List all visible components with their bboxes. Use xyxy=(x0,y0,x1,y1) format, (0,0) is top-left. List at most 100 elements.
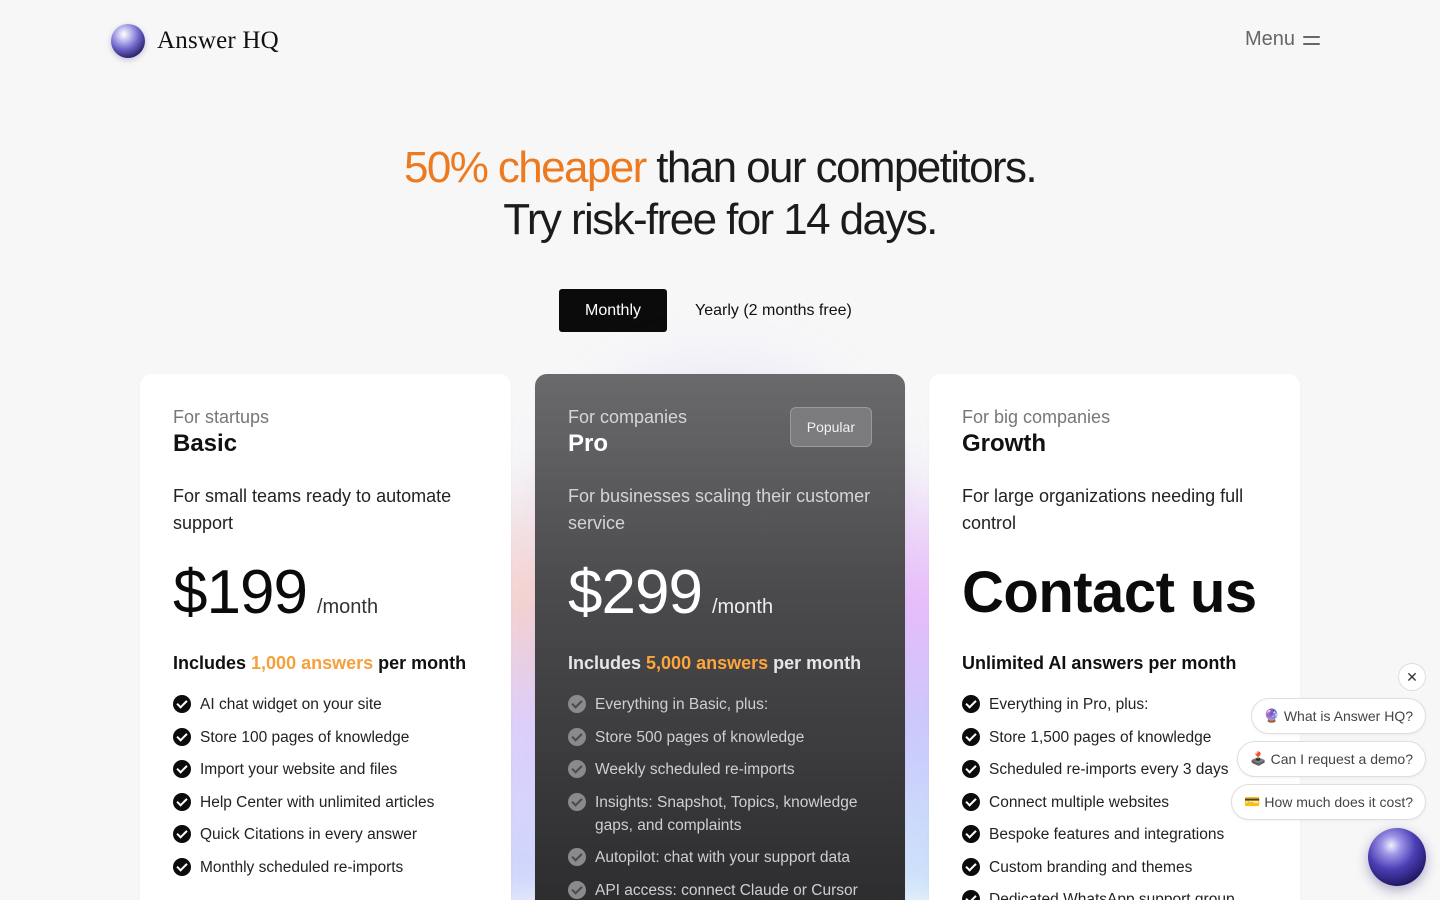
feature-list: Everything in Basic, plus: Store 500 pag… xyxy=(568,693,872,900)
chat-suggestion-text: Can I request a demo? xyxy=(1270,751,1413,767)
menu-icon xyxy=(1303,36,1321,45)
feature-item: Scheduled re-imports every 3 days xyxy=(962,758,1267,781)
feature-item: Store 100 pages of knowledge xyxy=(173,726,478,749)
feature-text: Everything in Basic, plus: xyxy=(595,696,769,713)
feature-item: Quick Citations in every answer xyxy=(173,823,478,846)
check-icon xyxy=(568,727,586,746)
feature-list: AI chat widget on your site Store 100 pa… xyxy=(173,693,478,879)
plan-period: /month xyxy=(711,596,774,618)
plan-audience: For big companies xyxy=(962,407,1111,427)
plan-period: /month xyxy=(316,596,379,618)
price-row: $299 /month xyxy=(568,561,872,625)
feature-item: Everything in Pro, plus: xyxy=(962,693,1267,716)
toggle-monthly-button[interactable]: Monthly xyxy=(559,289,667,332)
includes-prefix: Includes xyxy=(173,653,252,673)
logo[interactable]: Answer HQ xyxy=(111,24,279,58)
check-icon xyxy=(962,695,980,713)
feature-text: Custom branding and themes xyxy=(989,858,1193,876)
check-icon xyxy=(568,792,586,811)
feature-text: Import your website and files xyxy=(200,761,398,778)
feature-list: Everything in Pro, plus: Store 1,500 pag… xyxy=(962,693,1267,900)
credit-card-icon: 💳 xyxy=(1244,794,1261,809)
plan-name: Growth xyxy=(962,430,1046,457)
feature-item: Monthly scheduled re-imports xyxy=(173,856,478,879)
feature-item: Custom branding and themes xyxy=(962,856,1267,879)
check-icon xyxy=(568,880,586,899)
feature-text: Insights: Snapshot, Topics, knowledge ga… xyxy=(595,793,858,834)
includes-suffix: per month xyxy=(768,653,862,673)
feature-item: Store 500 pages of knowledge xyxy=(568,726,872,749)
plan-description: For small teams ready to automate suppor… xyxy=(173,486,452,533)
feature-item: Bespoke features and integrations xyxy=(962,823,1267,846)
check-icon xyxy=(568,848,586,866)
includes-highlight: 1,000 answers xyxy=(251,653,374,673)
toggle-yearly-button[interactable]: Yearly (2 months free) xyxy=(675,289,872,332)
logo-orb-icon xyxy=(111,24,145,58)
feature-text: API access: connect Claude or Cursor xyxy=(595,881,858,899)
plan-description: For businesses scaling their customer se… xyxy=(568,486,871,533)
feature-text: Quick Citations in every answer xyxy=(200,826,418,843)
feature-item: Everything in Basic, plus: xyxy=(568,693,872,716)
check-icon xyxy=(962,760,980,778)
contact-us-link[interactable]: Contact us xyxy=(962,561,1257,625)
feature-item: Store 1,500 pages of knowledge xyxy=(962,726,1267,749)
feature-item: Connect multiple websites xyxy=(962,791,1267,814)
feature-item: Weekly scheduled re-imports xyxy=(568,758,872,781)
check-icon xyxy=(173,825,191,843)
plan-includes: Includes 1,000 answers per month xyxy=(173,653,478,673)
logo-text: Answer HQ xyxy=(157,27,279,54)
menu-button[interactable]: Menu xyxy=(1245,28,1321,51)
chat-suggestion-what-is[interactable]: 🔮 What is Answer HQ? xyxy=(1250,698,1426,734)
check-icon xyxy=(173,727,191,746)
feature-text: Store 500 pages of knowledge xyxy=(595,728,805,746)
plan-card-basic: For startups Basic For small teams ready… xyxy=(140,374,511,900)
feature-text: Dedicated WhatsApp support group xyxy=(989,891,1235,900)
popular-badge: Popular xyxy=(789,407,872,447)
plan-card-growth: For big companies Growth For large organ… xyxy=(929,374,1300,900)
feature-text: Weekly scheduled re-imports xyxy=(595,761,795,778)
feature-item: Import your website and files xyxy=(173,758,478,781)
chat-orb-icon[interactable] xyxy=(1368,828,1426,886)
plan-includes: Includes 5,000 answers per month xyxy=(568,653,872,673)
check-icon xyxy=(173,760,191,778)
plan-price: $199 xyxy=(173,558,308,627)
check-icon xyxy=(173,792,191,811)
chat-suggestion-text: What is Answer HQ? xyxy=(1283,708,1413,724)
chat-suggestion-cost[interactable]: 💳 How much does it cost? xyxy=(1231,784,1426,820)
headline-accent: 50% cheaper xyxy=(403,143,647,192)
feature-text: Everything in Pro, plus: xyxy=(989,696,1149,713)
plan-description: For large organizations needing full con… xyxy=(962,486,1244,533)
feature-item: API access: connect Claude or Cursor xyxy=(568,879,872,900)
includes-suffix: per month xyxy=(373,653,467,673)
feature-text: Autopilot: chat with your support data xyxy=(595,849,851,866)
feature-item: Dedicated WhatsApp support group xyxy=(962,888,1267,900)
chat-suggestion-demo[interactable]: 🕹️ Can I request a demo? xyxy=(1237,741,1426,777)
billing-toggle: Monthly Yearly (2 months free) xyxy=(559,289,872,332)
plan-audience: For startups xyxy=(173,407,270,427)
check-icon xyxy=(962,890,980,900)
feature-text: Bespoke features and integrations xyxy=(989,826,1225,843)
page-headline: 50% cheaper than our competitors. Try ri… xyxy=(0,142,1440,246)
headline-line-2: Try risk-free for 14 days. xyxy=(503,195,938,244)
check-icon xyxy=(962,857,980,876)
includes-prefix: Includes xyxy=(568,653,647,673)
check-icon xyxy=(962,825,980,843)
check-icon xyxy=(962,727,980,746)
feature-item: AI chat widget on your site xyxy=(173,693,478,716)
feature-item: Help Center with unlimited articles xyxy=(173,791,478,814)
feature-text: Scheduled re-imports every 3 days xyxy=(989,761,1229,778)
feature-text: Monthly scheduled re-imports xyxy=(200,858,404,876)
plan-price: $299 xyxy=(568,558,703,627)
joystick-icon: 🕹️ xyxy=(1250,751,1267,766)
chat-suggestion-text: How much does it cost? xyxy=(1264,794,1413,810)
feature-text: Help Center with unlimited articles xyxy=(200,793,435,811)
check-icon xyxy=(173,695,191,713)
menu-label: Menu xyxy=(1245,28,1296,50)
close-icon[interactable]: ✕ xyxy=(1398,663,1426,691)
site-header: Answer HQ Menu xyxy=(0,0,1440,84)
check-icon xyxy=(568,695,586,713)
check-icon xyxy=(962,792,980,811)
headline-line-1: 50% cheaper than our competitors. xyxy=(0,142,1440,194)
check-icon xyxy=(568,760,586,778)
headline-rest: than our competitors. xyxy=(645,143,1037,192)
